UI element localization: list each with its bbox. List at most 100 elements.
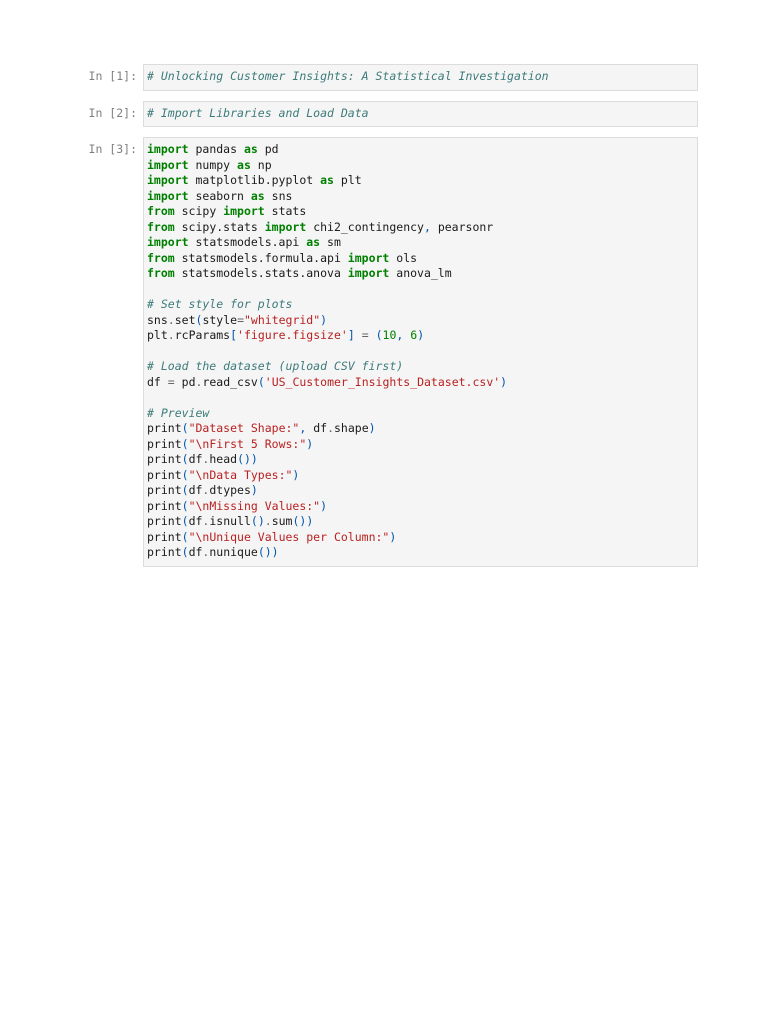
- code-cell-3[interactable]: In [3]: import pandas as pd import numpy …: [0, 137, 768, 567]
- code-token: dtypes: [209, 483, 251, 497]
- code-token: as: [237, 157, 251, 172]
- code-token: (: [181, 545, 189, 559]
- code-token: import: [147, 142, 189, 156]
- code-token: scipy.stats: [174, 219, 265, 234]
- code-token: shape: [334, 421, 369, 435]
- code-token: ()): [237, 452, 258, 466]
- code-editor[interactable]: import pandas as pd import numpy as np imp…: [147, 142, 694, 561]
- code-token: print: [147, 498, 182, 513]
- code-token: import: [147, 188, 189, 203]
- code-line: print(df.dtypes): [147, 483, 694, 499]
- code-token: # Set style for plots: [147, 297, 293, 311]
- code-line: from statsmodels.stats.anova import anov…: [147, 266, 694, 282]
- code-token: print: [147, 514, 182, 528]
- cell-input-area[interactable]: # Import Libraries and Load Data: [143, 100, 698, 127]
- code-token: (: [181, 498, 189, 513]
- code-token: ols: [389, 250, 418, 265]
- code-token: sm: [320, 235, 341, 249]
- code-line: df = pd.read_csv('US_Customer_Insights_D…: [147, 375, 694, 391]
- code-token: 'US_Customer_Insights_Dataset.csv': [264, 374, 501, 389]
- code-token: import: [147, 173, 189, 187]
- code-line: print("\nMissing Values:"): [147, 499, 694, 515]
- code-token: ,: [423, 219, 431, 234]
- code-token: as: [320, 173, 334, 187]
- code-line: from statsmodels.formula.api import ols: [147, 251, 694, 267]
- code-token: sns: [264, 188, 293, 203]
- code-token: (: [375, 328, 383, 342]
- code-token: nunique: [209, 545, 258, 559]
- code-token: print: [147, 483, 182, 497]
- code-token: stats: [264, 204, 307, 218]
- code-token: # Unlocking Customer Insights: A Statist…: [147, 69, 549, 83]
- code-token: # Load the dataset (upload CSV first): [147, 359, 404, 373]
- code-token: df: [147, 374, 168, 389]
- code-token: as: [306, 235, 321, 249]
- code-line: import seaborn as sns: [147, 189, 694, 205]
- notebook: In [1]: # Unlocking Customer Insights: A…: [0, 64, 768, 577]
- code-token: np: [250, 157, 272, 172]
- code-token: print: [147, 452, 182, 466]
- code-line: from scipy import stats: [147, 204, 694, 220]
- code-token: df: [188, 452, 203, 466]
- code-token: sns: [147, 312, 168, 327]
- code-token: ): [417, 328, 425, 342]
- code-token: statsmodels.formula.api: [174, 250, 348, 265]
- code-token: from: [147, 250, 175, 265]
- code-token: plt: [147, 328, 168, 342]
- code-token: ): [320, 312, 328, 327]
- code-cell-1[interactable]: In [1]: # Unlocking Customer Insights: A…: [0, 64, 768, 91]
- code-token: .: [167, 312, 175, 327]
- code-token: df: [306, 421, 328, 435]
- code-token: numpy: [188, 157, 238, 172]
- cell-input-area[interactable]: # Unlocking Customer Insights: A Statist…: [143, 64, 698, 91]
- code-cell-2[interactable]: In [2]: # Import Libraries and Load Data: [0, 100, 768, 127]
- code-line: print("\nUnique Values per Column:"): [147, 530, 694, 546]
- code-token: "whitegrid": [244, 312, 321, 327]
- code-line: plt.rcParams['figure.figsize'] = (10, 6): [147, 328, 694, 344]
- code-token: "\nData Types:": [188, 467, 293, 482]
- cell-prompt: In [3]:: [88, 142, 137, 156]
- code-token: import: [147, 235, 189, 249]
- cell-input-area[interactable]: import pandas as pd import numpy as np imp…: [143, 137, 698, 567]
- code-line: from scipy.stats import chi2_contingency…: [147, 220, 694, 236]
- code-token: ): [500, 374, 508, 389]
- code-token: pandas: [188, 142, 244, 156]
- code-token: print: [147, 545, 182, 559]
- code-token: statsmodels.api: [188, 235, 307, 249]
- code-token: ): [320, 498, 328, 513]
- code-token: matplotlib.pyplot: [188, 173, 321, 187]
- code-token: import: [264, 219, 307, 234]
- code-token: chi2_contingency: [306, 219, 424, 234]
- code-line: print("Dataset Shape:", df.shape): [147, 421, 694, 437]
- code-token: read_csv: [202, 374, 258, 389]
- code-token: plt: [333, 173, 362, 187]
- code-editor[interactable]: # Import Libraries and Load Data: [147, 106, 694, 122]
- code-token: pd: [257, 142, 279, 156]
- code-token: df: [188, 483, 203, 497]
- code-line: import numpy as np: [147, 158, 694, 174]
- code-token: (): [250, 514, 265, 528]
- code-token: set: [174, 312, 196, 327]
- code-token: ): [368, 421, 376, 435]
- code-line: # Load the dataset (upload CSV first): [147, 359, 694, 375]
- code-token: ): [292, 467, 300, 482]
- code-token: (: [181, 483, 189, 497]
- code-token: .: [327, 421, 334, 435]
- code-line: import statsmodels.api as sm: [147, 235, 694, 251]
- code-token: "\nMissing Values:": [188, 498, 321, 513]
- code-line: import pandas as pd: [147, 142, 694, 158]
- code-token: print: [147, 529, 182, 544]
- code-editor[interactable]: # Unlocking Customer Insights: A Statist…: [147, 69, 694, 85]
- code-token: ()): [257, 545, 279, 559]
- code-line: print(df.nunique()): [147, 545, 694, 561]
- code-line: print(df.isnull().sum()): [147, 514, 694, 530]
- cell-prompt: In [2]:: [88, 105, 137, 120]
- code-token: import: [223, 204, 265, 218]
- code-line: print(df.head()): [147, 452, 694, 468]
- code-token: ]: [347, 328, 355, 342]
- code-line: sns.set(style="whitegrid"): [147, 313, 694, 329]
- code-line: print("\nFirst 5 Rows:"): [147, 437, 694, 453]
- code-token: ): [306, 436, 314, 451]
- code-token: scipy: [174, 204, 224, 218]
